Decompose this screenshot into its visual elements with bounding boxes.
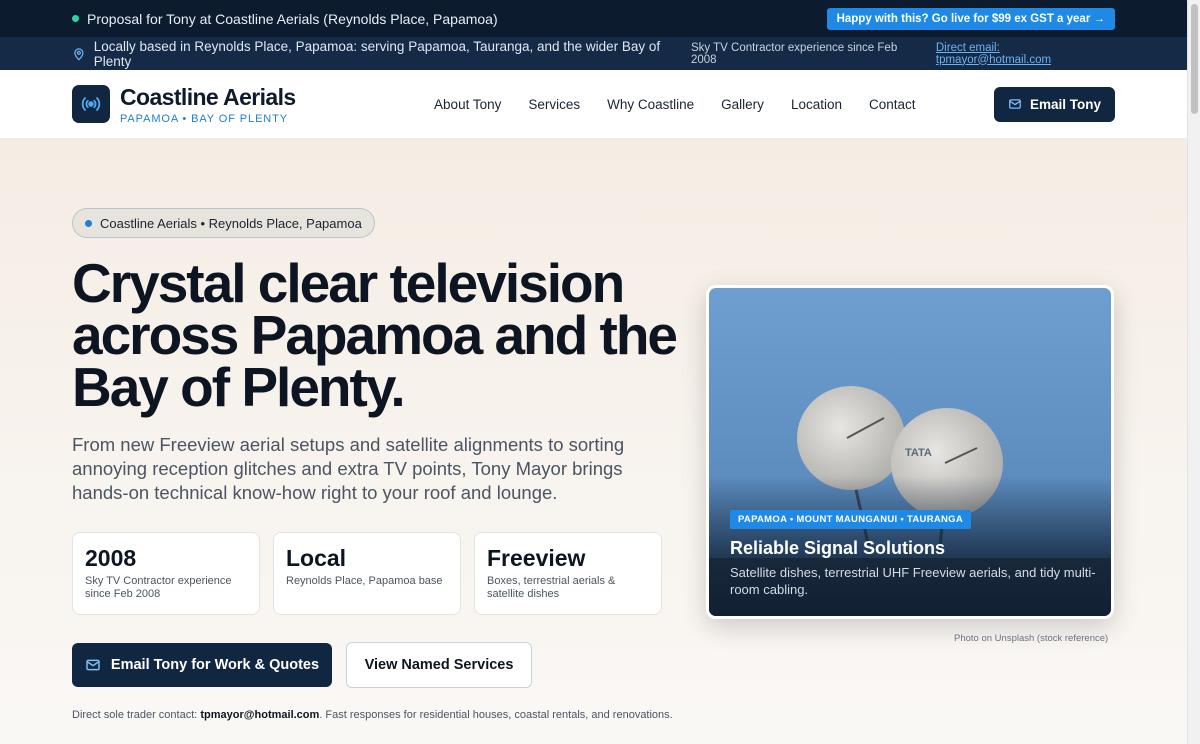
nav-links: About Tony Services Why Coastline Galler… — [434, 97, 915, 112]
status-dot-icon — [85, 219, 92, 227]
email-for-quotes-button[interactable]: Email Tony for Work & Quotes — [72, 643, 332, 687]
email-tony-button[interactable]: Email Tony — [993, 86, 1115, 122]
proposal-label: Proposal for Tony at Coastline Aerials (… — [72, 11, 498, 27]
contact-note: Direct sole trader contact: tpmayor@hotm… — [72, 709, 673, 721]
hero-photo-card: TATA PAPAMOA • MOUNT MAUNGANUI • TAURANG… — [706, 285, 1114, 619]
mail-icon — [1009, 99, 1021, 109]
mail-icon — [86, 659, 100, 671]
photo-subtitle: Satellite dishes, terrestrial UHF Freevi… — [730, 565, 1096, 597]
stat-value: 2008 — [85, 545, 137, 571]
hero-headline: Crystal clear television across Papamoa … — [72, 252, 678, 418]
nav-item-contact[interactable]: Contact — [869, 97, 916, 112]
contact-note-prefix: Direct sole trader contact: — [72, 709, 201, 721]
brand-name: Coastline Aerials — [120, 83, 296, 110]
nav-item-gallery[interactable]: Gallery — [721, 97, 764, 112]
stat-card: Freeview Boxes, terrestrial aerials & sa… — [474, 532, 662, 615]
status-dot-icon — [72, 15, 79, 22]
stat-card: 2008 Sky TV Contractor experience since … — [72, 532, 260, 615]
stat-caption: Boxes, terrestrial aerials & satellite d… — [487, 575, 616, 600]
location-badge: Coastline Aerials • Reynolds Place, Papa… — [72, 208, 375, 238]
page-scrollbar[interactable] — [1187, 0, 1200, 744]
hero-section: Coastline Aerials • Reynolds Place, Papa… — [0, 139, 1187, 744]
dish-brand-text: TATA — [905, 447, 932, 459]
email-for-quotes-label: Email Tony for Work & Quotes — [110, 657, 320, 673]
stat-card: Local Reynolds Place, Papamoa base — [273, 532, 461, 615]
nav-item-services[interactable]: Services — [528, 97, 580, 112]
stats-row: 2008 Sky TV Contractor experience since … — [72, 532, 662, 615]
location-badge-text: Coastline Aerials • Reynolds Place, Papa… — [100, 215, 362, 231]
nav-item-location[interactable]: Location — [791, 97, 842, 112]
service-area-text: Locally based in Reynolds Place, Papamoa… — [93, 38, 661, 69]
scrollbar-thumb[interactable] — [1191, 4, 1198, 114]
stat-caption: Sky TV Contractor experience since Feb 2… — [85, 575, 232, 600]
brand-logo-link[interactable]: Coastline Aerials PAPAMOA • BAY OF PLENT… — [72, 84, 296, 125]
info-bar: Locally based in Reynolds Place, Papamoa… — [0, 37, 1187, 70]
main-navigation: Coastline Aerials PAPAMOA • BAY OF PLENT… — [0, 70, 1187, 139]
stat-value: Local — [286, 545, 347, 571]
email-tony-label: Email Tony — [1029, 96, 1101, 112]
photo-credit: Photo on Unsplash (stock reference) — [954, 633, 1109, 644]
experience-text: Sky TV Contractor experience since Feb 2… — [690, 41, 898, 66]
announcement-bar: Proposal for Tony at Coastline Aerials (… — [0, 0, 1187, 37]
contact-note-suffix: . Fast responses for residential houses,… — [319, 709, 673, 721]
direct-email-link[interactable]: Direct email: tpmayor@hotmail.com — [936, 42, 1115, 66]
stat-value: Freeview — [487, 545, 586, 571]
contact-note-email[interactable]: tpmayor@hotmail.com — [200, 709, 319, 721]
photo-title: Reliable Signal Solutions — [730, 538, 946, 558]
brand-tagline: PAPAMOA • BAY OF PLENTY — [120, 112, 289, 125]
go-live-button[interactable]: Happy with this? Go live for $99 ex GST … — [826, 7, 1115, 30]
nav-item-about-tony[interactable]: About Tony — [434, 97, 501, 112]
proposal-text: Proposal for Tony at Coastline Aerials (… — [87, 10, 498, 27]
view-services-button[interactable]: View Named Services — [346, 642, 532, 688]
service-areas-tag: PAPAMOA • MOUNT MAUNGANUI • TAURANGA — [730, 510, 972, 529]
nav-item-why-coastline[interactable]: Why Coastline — [607, 97, 694, 112]
hero-lead: From new Freeview aerial setups and sate… — [72, 434, 625, 503]
map-pin-icon — [74, 47, 84, 61]
antenna-signal-icon — [72, 85, 110, 123]
stat-caption: Reynolds Place, Papamoa base — [286, 575, 443, 587]
